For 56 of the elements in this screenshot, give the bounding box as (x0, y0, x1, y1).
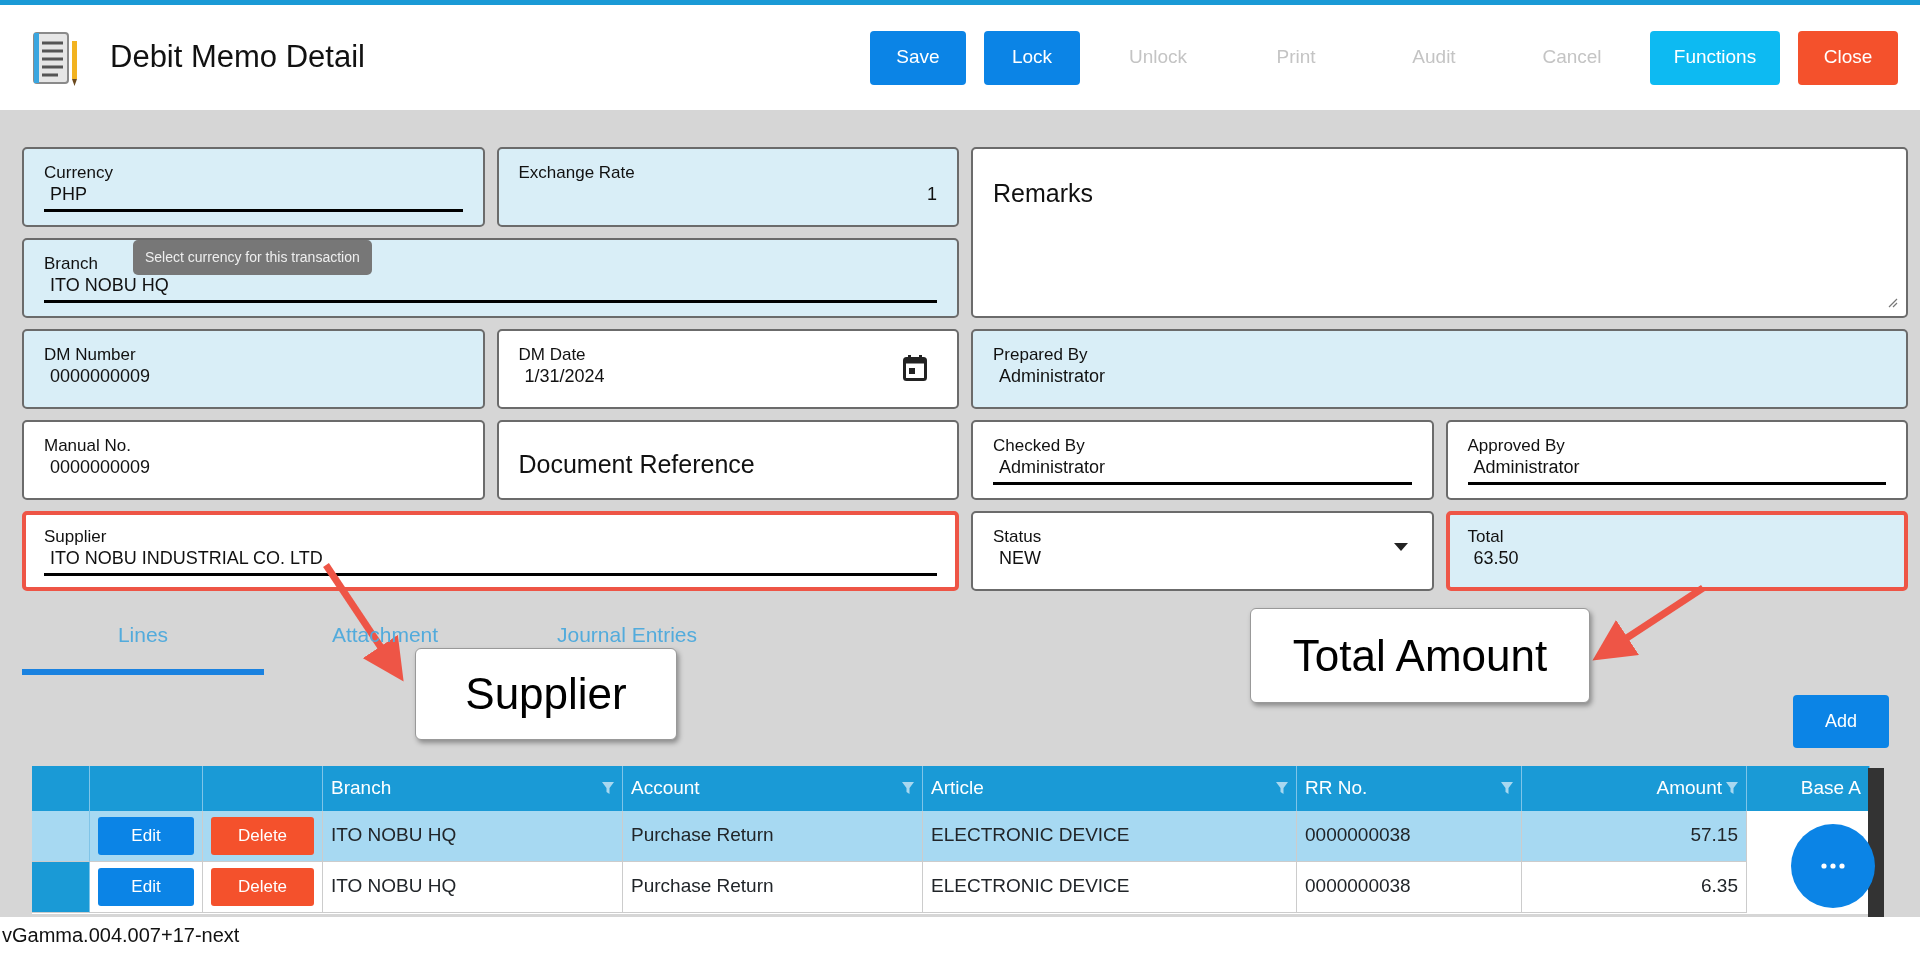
toolbar-button[interactable]: Lock (984, 30, 1080, 85)
filter-icon[interactable] (602, 782, 614, 794)
delete-button[interactable]: Delete (211, 816, 314, 855)
toolbar-button[interactable]: Functions (1650, 30, 1780, 85)
version-label: vGamma.004.007+17-next (0, 917, 1920, 953)
column-header[interactable]: Amount (1522, 765, 1747, 811)
form-field[interactable]: Remarks (971, 147, 1908, 318)
form-field[interactable]: Exchange Rate 1 (496, 147, 959, 227)
filter-icon[interactable] (1501, 782, 1513, 794)
calendar-icon[interactable] (903, 355, 927, 381)
resize-handle-icon[interactable] (1888, 298, 1898, 308)
dropdown-caret-icon[interactable] (1393, 543, 1408, 551)
form-field[interactable]: Total 63.50 (1445, 511, 1908, 591)
edit-button[interactable]: Edit (98, 816, 194, 855)
filter-icon[interactable] (902, 782, 914, 794)
scrollbar[interactable] (1868, 768, 1884, 918)
form-field[interactable]: Document Reference (496, 420, 959, 500)
table-cell: 57.15 (1522, 810, 1747, 862)
filter-icon[interactable] (1726, 782, 1738, 794)
form-field[interactable]: Status NEW (971, 511, 1434, 591)
edit-button[interactable]: Edit (98, 867, 194, 906)
row-header[interactable] (32, 861, 90, 913)
form-field[interactable]: Approved By Administrator (1445, 420, 1908, 500)
table-cell: ITO NOBU HQ (323, 810, 623, 862)
callout-tooltip: Supplier (415, 648, 677, 740)
column-header[interactable]: Article (923, 765, 1297, 811)
filter-icon[interactable] (1276, 782, 1288, 794)
form-field[interactable]: DM Number 0000000009 (22, 329, 485, 409)
table-cell: ELECTRONIC DEVICE (923, 861, 1297, 913)
toolbar-button[interactable]: Close (1798, 30, 1898, 85)
table-cell: 0000000038 (1297, 810, 1522, 862)
table-cell: Purchase Return (623, 810, 923, 862)
callout-tooltip: Total Amount (1250, 608, 1590, 703)
form-field[interactable]: Prepared By Administrator (971, 329, 1908, 409)
more-icon[interactable] (1821, 863, 1845, 869)
form-field[interactable]: DM Date 1/31/2024 (496, 329, 959, 409)
table-cell: 0000000038 (1297, 861, 1522, 913)
toolbar-button[interactable]: Save (870, 30, 966, 85)
add-button[interactable]: Add (1793, 694, 1889, 748)
row-header[interactable] (32, 810, 90, 862)
column-header[interactable]: Base A (1747, 765, 1870, 811)
table-cell: Purchase Return (623, 861, 923, 913)
page-title: Debit Memo Detail (110, 38, 365, 77)
form-field[interactable]: Checked By Administrator (971, 420, 1434, 500)
form-field[interactable]: Manual No. 0000000009 (22, 420, 485, 500)
form-field[interactable]: Supplier ITO NOBU INDUSTRIAL CO. LTD (22, 511, 959, 591)
table-cell: ELECTRONIC DEVICE (923, 810, 1297, 862)
header-cell (32, 765, 90, 811)
table-cell: ITO NOBU HQ (323, 861, 623, 913)
column-header[interactable]: Account (623, 765, 923, 811)
help-tooltip: Select currency for this transaction (133, 240, 372, 275)
table-cell: 6.35 (1522, 861, 1747, 913)
delete-button[interactable]: Delete (211, 867, 314, 906)
form-field[interactable]: Currency PHP (22, 147, 485, 227)
column-header[interactable]: RR No. (1297, 765, 1522, 811)
column-header[interactable]: Branch (323, 765, 623, 811)
